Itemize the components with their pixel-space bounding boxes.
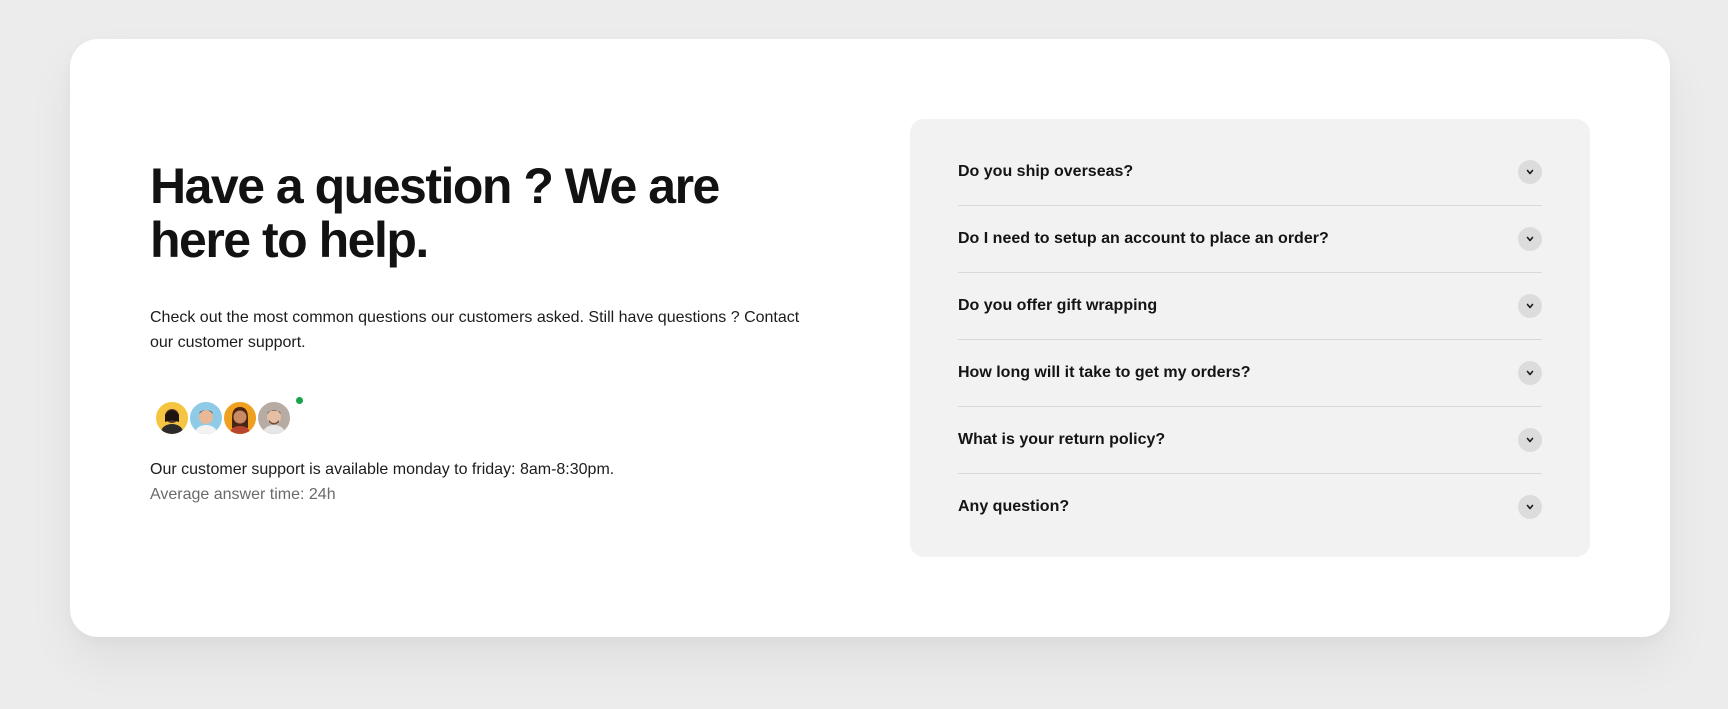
- support-availability-text: Our customer support is available monday…: [150, 461, 615, 478]
- support-avatars: [150, 395, 830, 437]
- chevron-down-icon[interactable]: [1518, 160, 1542, 184]
- faq-item[interactable]: How long will it take to get my orders?: [958, 340, 1542, 407]
- avatar: [256, 400, 292, 436]
- faq-item[interactable]: Do you offer gift wrapping: [958, 273, 1542, 340]
- chevron-down-icon[interactable]: [1518, 495, 1542, 519]
- intro-text: Check out the most common questions our …: [150, 309, 800, 351]
- faq-item[interactable]: What is your return policy?: [958, 407, 1542, 474]
- faq-question: Do I need to setup an account to place a…: [958, 230, 1329, 247]
- faq-item[interactable]: Do I need to setup an account to place a…: [958, 206, 1542, 273]
- chevron-down-icon[interactable]: [1518, 227, 1542, 251]
- faq-accordion: Do you ship overseas? Do I need to setup…: [910, 119, 1590, 557]
- faq-question: Any question?: [958, 498, 1070, 515]
- faq-section-card: Have a question ? We are here to help. C…: [70, 39, 1670, 637]
- online-status-dot: [294, 395, 305, 406]
- faq-question: Do you offer gift wrapping: [958, 297, 1158, 314]
- chevron-down-icon[interactable]: [1518, 294, 1542, 318]
- page-title: Have a question ? We are here to help.: [150, 158, 720, 268]
- faq-question: Do you ship overseas?: [958, 163, 1134, 180]
- faq-item[interactable]: Any question?: [958, 474, 1542, 540]
- faq-intro-column: Have a question ? We are here to help. C…: [150, 119, 830, 507]
- avatar: [188, 400, 224, 436]
- avatar: [222, 400, 258, 436]
- chevron-down-icon[interactable]: [1518, 361, 1542, 385]
- chevron-down-icon[interactable]: [1518, 428, 1542, 452]
- faq-item[interactable]: Do you ship overseas?: [958, 139, 1542, 206]
- avatar: [154, 400, 190, 436]
- average-answer-time: Average answer time: 24h: [150, 486, 336, 503]
- faq-question: What is your return policy?: [958, 431, 1166, 448]
- faq-question: How long will it take to get my orders?: [958, 364, 1251, 381]
